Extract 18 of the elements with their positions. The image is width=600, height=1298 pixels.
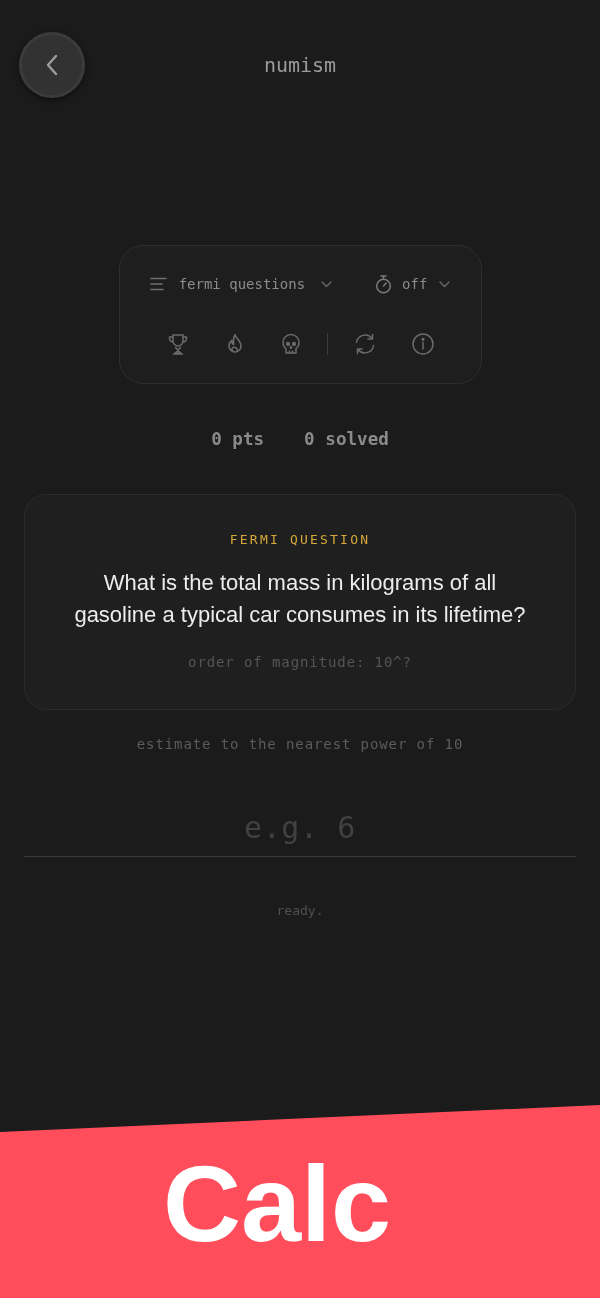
category-label: FERMI QUESTION [229,532,371,548]
banner-title: Calc [163,1149,392,1258]
question-text: What is the total mass in kilograms of all gasoline a typical car consumes in its lifetime? [73,569,527,629]
trophy-icon[interactable] [166,333,189,355]
mode-dropdown[interactable]: fermi questions [149,275,333,293]
solved-count: 0 solved [304,428,389,450]
skull-icon[interactable] [280,333,301,355]
timer-dropdown[interactable]: off [375,274,451,294]
app-title: numism [263,53,337,77]
chevron-left-icon [45,54,59,76]
instruction-text: estimate to the nearest power of 10 [136,735,464,753]
menu-icon [149,277,167,291]
chevron-down-icon [439,280,451,288]
info-icon[interactable] [411,333,434,355]
chevron-down-icon [321,280,333,288]
refresh-icon[interactable] [353,333,376,355]
stopwatch-icon [375,274,393,294]
points-count: 0 pts [211,428,265,450]
